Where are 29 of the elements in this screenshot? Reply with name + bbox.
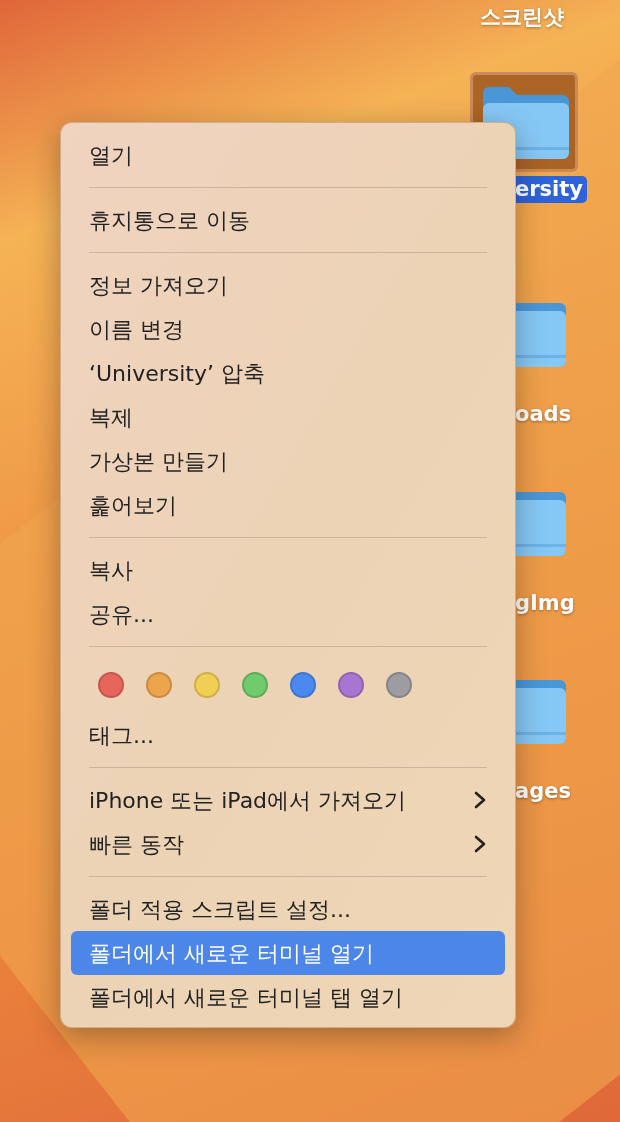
tag-dot[interactable]: [146, 672, 172, 698]
tag-dot[interactable]: [98, 672, 124, 698]
menu-item[interactable]: 복제: [71, 395, 505, 439]
menu-item[interactable]: 공유...: [71, 592, 505, 636]
menu-item[interactable]: 정보 가져오기: [71, 263, 505, 307]
menu-item[interactable]: 열기: [71, 133, 505, 177]
chevron-icon: [473, 834, 487, 854]
menu-item[interactable]: 빠른 동작: [71, 822, 505, 866]
menu-item[interactable]: 가상본 만들기: [71, 439, 505, 483]
tag-dot[interactable]: [194, 672, 220, 698]
folder-label: ages: [514, 778, 572, 805]
folder-label: gImg: [514, 590, 576, 617]
tag-dot[interactable]: [242, 672, 268, 698]
tag-dot[interactable]: [290, 672, 316, 698]
menu-item[interactable]: 훑어보기: [71, 483, 505, 527]
menu-item[interactable]: 폴더 적용 스크립트 설정...: [71, 887, 505, 931]
folder-label: oads: [514, 401, 573, 428]
tag-dot[interactable]: [338, 672, 364, 698]
menu-item[interactable]: ‘University’ 압축: [71, 351, 505, 395]
menu-item[interactable]: 휴지통으로 이동: [71, 198, 505, 242]
menu-item[interactable]: 복사: [71, 548, 505, 592]
chevron-icon: [473, 790, 487, 810]
menu-item[interactable]: iPhone 또는 iPad에서 가져오기: [71, 778, 505, 822]
menu-item[interactable]: 폴더에서 새로운 터미널 열기: [71, 931, 505, 975]
tag-dot[interactable]: [386, 672, 412, 698]
menu-item[interactable]: 이름 변경: [71, 307, 505, 351]
folder-label: 스크린샷: [479, 4, 565, 31]
menu-item[interactable]: 태그...: [71, 713, 505, 757]
menu-item[interactable]: 폴더에서 새로운 터미널 탭 열기: [71, 975, 505, 1019]
